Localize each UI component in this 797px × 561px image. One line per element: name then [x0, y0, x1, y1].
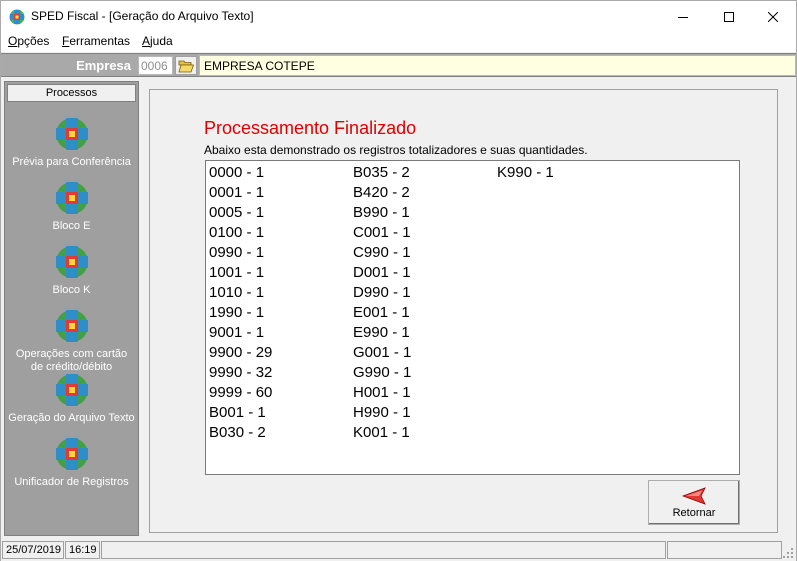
result-panel: Processamento Finalizado Abaixo esta dem…	[149, 89, 778, 533]
page-subtitle: Abaixo esta demonstrado os registros tot…	[204, 143, 588, 157]
maximize-button[interactable]	[706, 1, 752, 32]
records-column-2: B035 - 2 B420 - 2 B990 - 1 C001 - 1 C990 - 1…	[353, 163, 411, 443]
page-title: Processamento Finalizado	[204, 118, 417, 138]
record-entry: 0001 - 1	[209, 184, 265, 201]
record-entry: 0990 - 1	[209, 244, 265, 261]
title-bar[interactable]: SPED Fiscal - [Geração do Arquivo Texto]	[1, 1, 796, 32]
app-icon	[9, 9, 25, 25]
status-bar: 25/07/2019 16:19	[1, 539, 796, 561]
record-entry: D990 - 1	[353, 284, 411, 301]
record-entry: C001 - 1	[353, 224, 411, 241]
record-entry: G990 - 1	[353, 364, 412, 381]
record-entry: H001 - 1	[353, 384, 411, 401]
sidebar-item-operacoes-cartao[interactable]: Operações com cartão de crédito/débito	[5, 309, 138, 374]
record-entry: H990 - 1	[353, 404, 411, 421]
record-entry: 0000 - 1	[209, 164, 265, 181]
minimize-icon	[678, 16, 688, 18]
minimize-button[interactable]	[660, 1, 706, 32]
globe-icon	[55, 438, 88, 470]
menu-ajuda[interactable]: Ajuda	[142, 34, 173, 48]
app-window: SPED Fiscal - [Geração do Arquivo Texto]…	[0, 0, 797, 561]
empresa-code-field[interactable]: 0006	[138, 56, 173, 75]
globe-icon	[55, 246, 88, 278]
sidebar-header: Processos	[7, 84, 136, 102]
record-entry: E990 - 1	[353, 324, 410, 341]
record-entry: K990 - 1	[497, 164, 554, 181]
retornar-label: Retornar	[672, 507, 716, 519]
globe-icon	[55, 310, 88, 342]
globe-icon	[55, 118, 88, 150]
record-entry: 1990 - 1	[209, 304, 265, 321]
records-list[interactable]: 0000 - 1 0001 - 1 0005 - 1 0100 - 1 0990 - 1…	[205, 160, 740, 475]
globe-icon	[55, 182, 88, 214]
record-entry: B035 - 2	[353, 164, 410, 181]
status-date: 25/07/2019	[2, 541, 64, 559]
record-entry: C990 - 1	[353, 244, 411, 261]
main-area: Processamento Finalizado Abaixo esta dem…	[141, 81, 796, 536]
sidebar-item-label: Prévia para Conferência	[12, 156, 131, 168]
status-extra	[667, 541, 782, 559]
close-button[interactable]	[750, 1, 796, 32]
record-entry: 9001 - 1	[209, 324, 265, 341]
sidebar-item-bloco-e[interactable]: Bloco E	[5, 181, 138, 233]
status-message	[101, 541, 666, 559]
menu-ferramentas[interactable]: Ferramentas	[62, 34, 130, 48]
record-entry: 0005 - 1	[209, 204, 265, 221]
record-entry: 0100 - 1	[209, 224, 265, 241]
empresa-bar: Empresa 0006 EMPRESA COTEPE	[1, 53, 796, 77]
menu-opcoes[interactable]: Opções	[8, 34, 49, 48]
record-entry: 1001 - 1	[209, 264, 265, 281]
maximize-icon	[724, 11, 734, 22]
close-icon	[768, 11, 778, 22]
arrow-left-icon	[682, 487, 706, 505]
empresa-name-field[interactable]: EMPRESA COTEPE	[199, 55, 796, 76]
record-entry: K001 - 1	[353, 424, 410, 441]
record-entry: 9990 - 32	[209, 364, 273, 381]
sidebar-item-label: Geração do Arquivo Texto	[8, 412, 135, 424]
record-entry: 1010 - 1	[209, 284, 265, 301]
resize-grip-icon[interactable]	[782, 547, 794, 559]
retornar-button[interactable]: Retornar	[648, 480, 740, 525]
globe-icon	[55, 374, 88, 406]
processos-sidebar: Processos Prévia para Conferência Bloco …	[4, 81, 139, 536]
record-entry: B420 - 2	[353, 184, 410, 201]
record-entry: 9999 - 60	[209, 384, 273, 401]
menu-bar: Opções Ferramentas Ajuda	[1, 32, 796, 52]
status-time: 16:19	[65, 541, 100, 559]
sidebar-item-previa[interactable]: Prévia para Conferência	[5, 117, 138, 169]
empresa-label: Empresa	[76, 58, 131, 73]
records-column-3: K990 - 1	[497, 163, 554, 183]
sidebar-item-label: Bloco E	[52, 220, 91, 232]
record-entry: B990 - 1	[353, 204, 410, 221]
record-entry: D001 - 1	[353, 264, 411, 281]
records-column-1: 0000 - 1 0001 - 1 0005 - 1 0100 - 1 0990 - 1…	[209, 163, 272, 443]
record-entry: E001 - 1	[353, 304, 410, 321]
record-entry: G001 - 1	[353, 344, 412, 361]
sidebar-item-unificador[interactable]: Unificador de Registros	[5, 437, 138, 489]
sidebar-item-label: Bloco K	[52, 284, 91, 296]
folder-open-icon	[178, 60, 194, 72]
sidebar-item-geracao-arquivo[interactable]: Geração do Arquivo Texto	[5, 373, 138, 425]
sidebar-item-label: Operações com cartão de crédito/débito	[15, 348, 128, 373]
window-title: SPED Fiscal - [Geração do Arquivo Texto]	[31, 9, 254, 23]
record-entry: 9900 - 29	[209, 344, 273, 361]
sidebar-item-label: Unificador de Registros	[14, 476, 129, 488]
open-empresa-button[interactable]	[175, 56, 197, 75]
sidebar-item-bloco-k[interactable]: Bloco K	[5, 245, 138, 297]
record-entry: B001 - 1	[209, 404, 266, 421]
record-entry: B030 - 2	[209, 424, 266, 441]
